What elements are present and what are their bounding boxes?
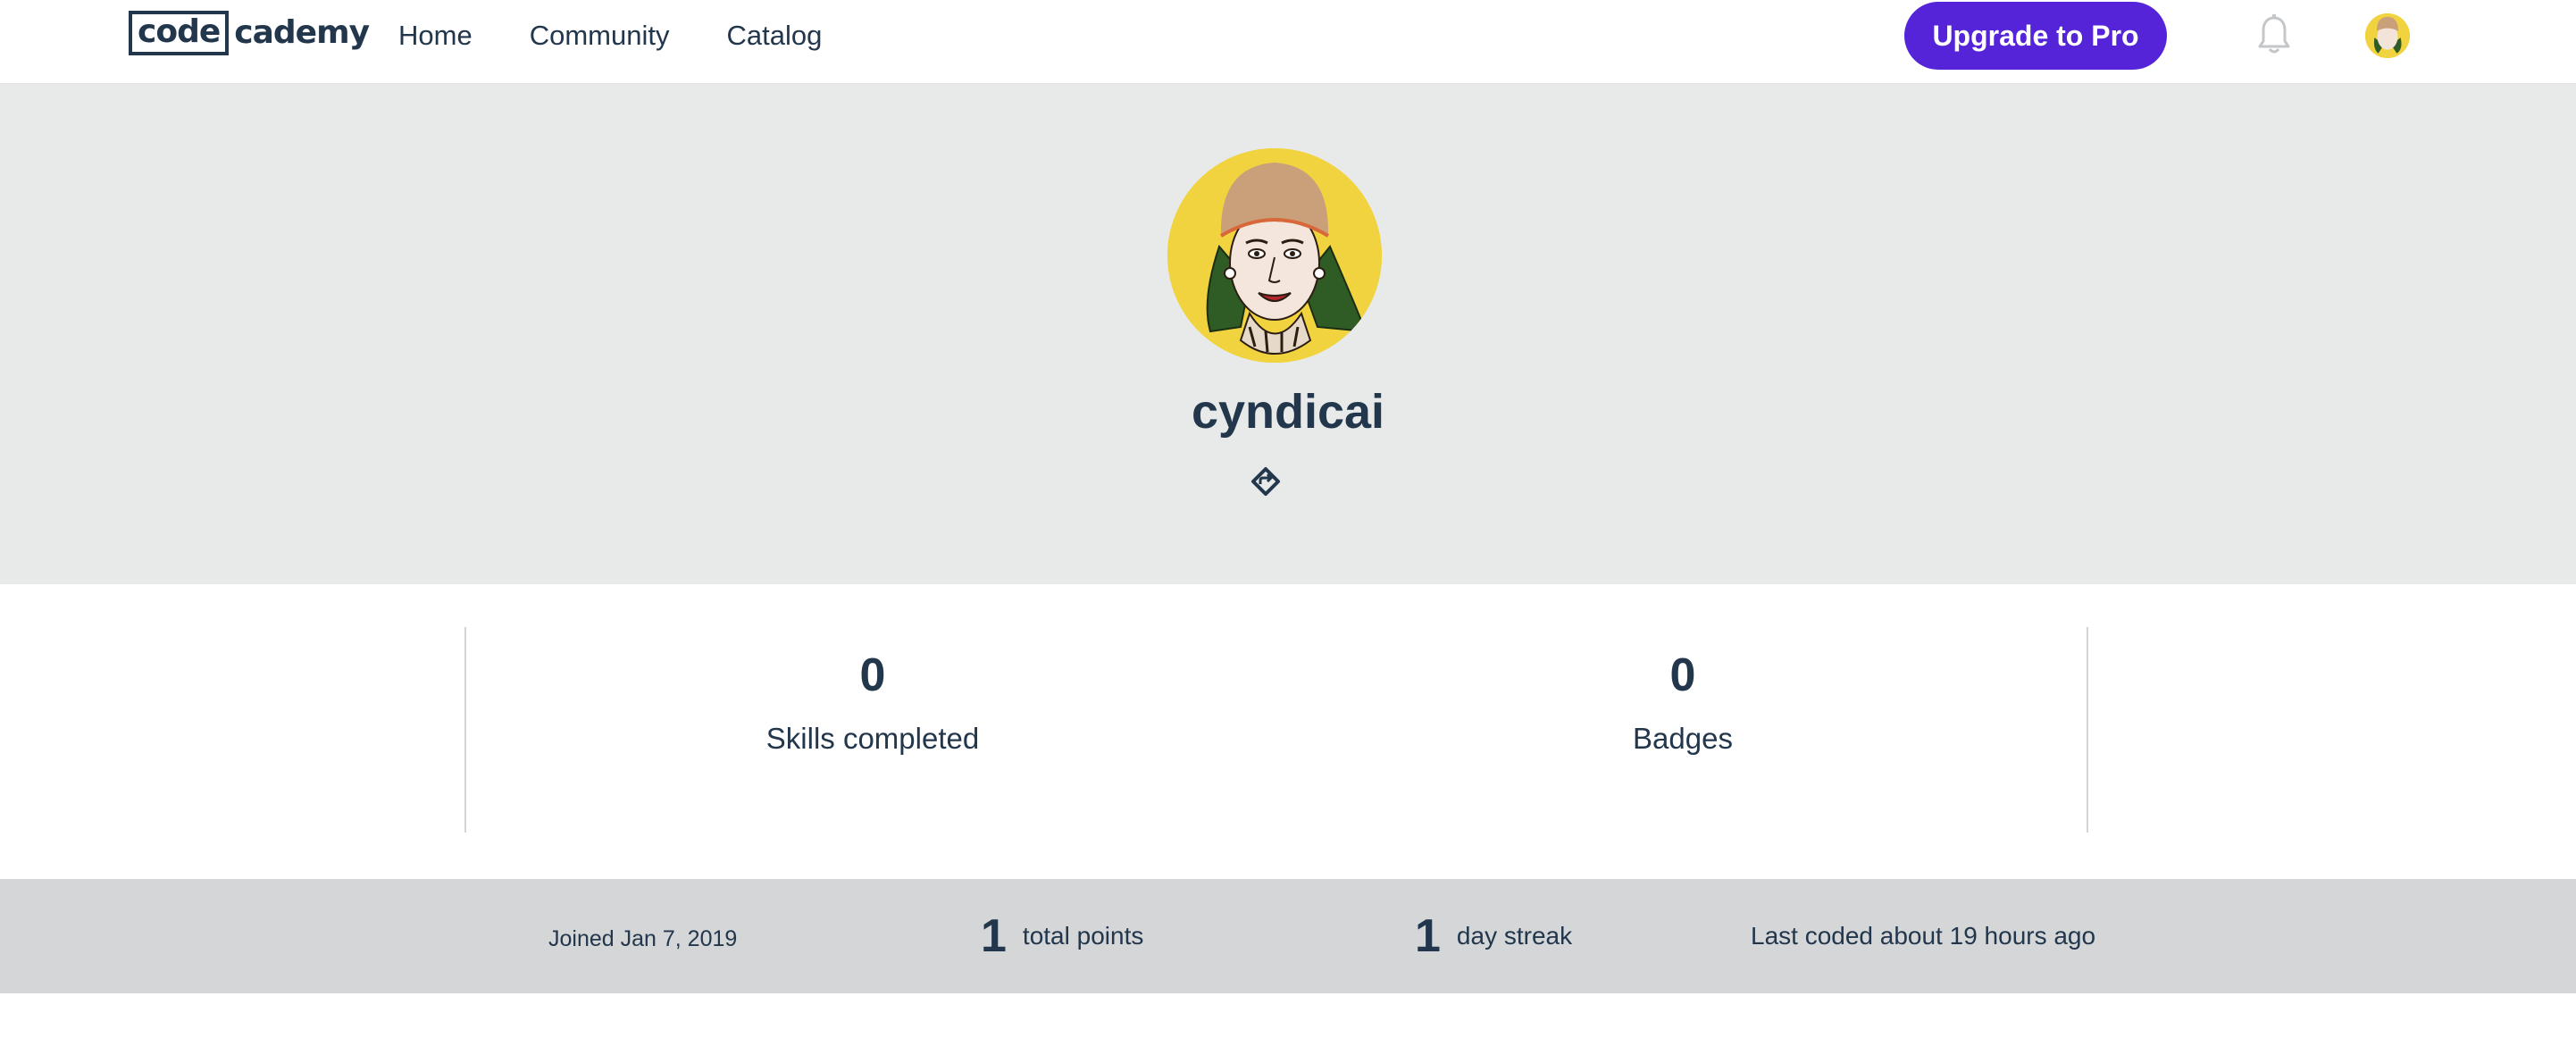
main-nav: Home Community Catalog — [398, 0, 822, 71]
nav-community[interactable]: Community — [530, 20, 670, 52]
nav-catalog[interactable]: Catalog — [726, 20, 822, 52]
skills-completed-label: Skills completed — [765, 722, 980, 755]
badges-count: 0 — [1669, 649, 1696, 701]
profile-username: cyndicai — [1191, 385, 1385, 439]
share-icon[interactable] — [1250, 466, 1281, 497]
skills-completed-count: 0 — [859, 649, 886, 701]
profile-avatar — [1167, 148, 1382, 363]
stat-skills-completed: 0 Skills completed — [649, 627, 1096, 756]
nav-home[interactable]: Home — [398, 20, 473, 52]
day-streak-value: 1 — [1415, 910, 1441, 962]
total-points-value: 1 — [981, 910, 1007, 962]
logo-cademy-text: cademy — [234, 14, 370, 51]
total-points: 1 total points — [981, 879, 1143, 993]
joined-date: Joined Jan 7, 2019 — [548, 925, 738, 951]
profile-stats: 0 Skills completed 0 Badges — [464, 627, 2088, 833]
codecademy-logo[interactable]: code cademy — [129, 11, 370, 55]
upgrade-to-pro-button[interactable]: Upgrade to Pro — [1904, 2, 2167, 70]
activity-bar: Joined Jan 7, 2019 1 total points 1 day … — [0, 879, 2576, 993]
badges-label: Badges — [1633, 722, 1733, 755]
last-coded: Last coded about 19 hours ago — [1751, 922, 2096, 950]
account-avatar[interactable] — [2365, 13, 2410, 58]
day-streak: 1 day streak — [1415, 879, 1572, 993]
stat-badges: 0 Badges — [1459, 627, 1906, 756]
bell-icon[interactable] — [2258, 14, 2290, 55]
profile-hero: cyndicai — [0, 84, 2576, 584]
top-navigation-bar: code cademy Home Community Catalog Upgra… — [0, 0, 2576, 84]
day-streak-label: day streak — [1456, 922, 1573, 950]
logo-code-text: code — [129, 11, 230, 55]
total-points-label: total points — [1022, 922, 1144, 950]
